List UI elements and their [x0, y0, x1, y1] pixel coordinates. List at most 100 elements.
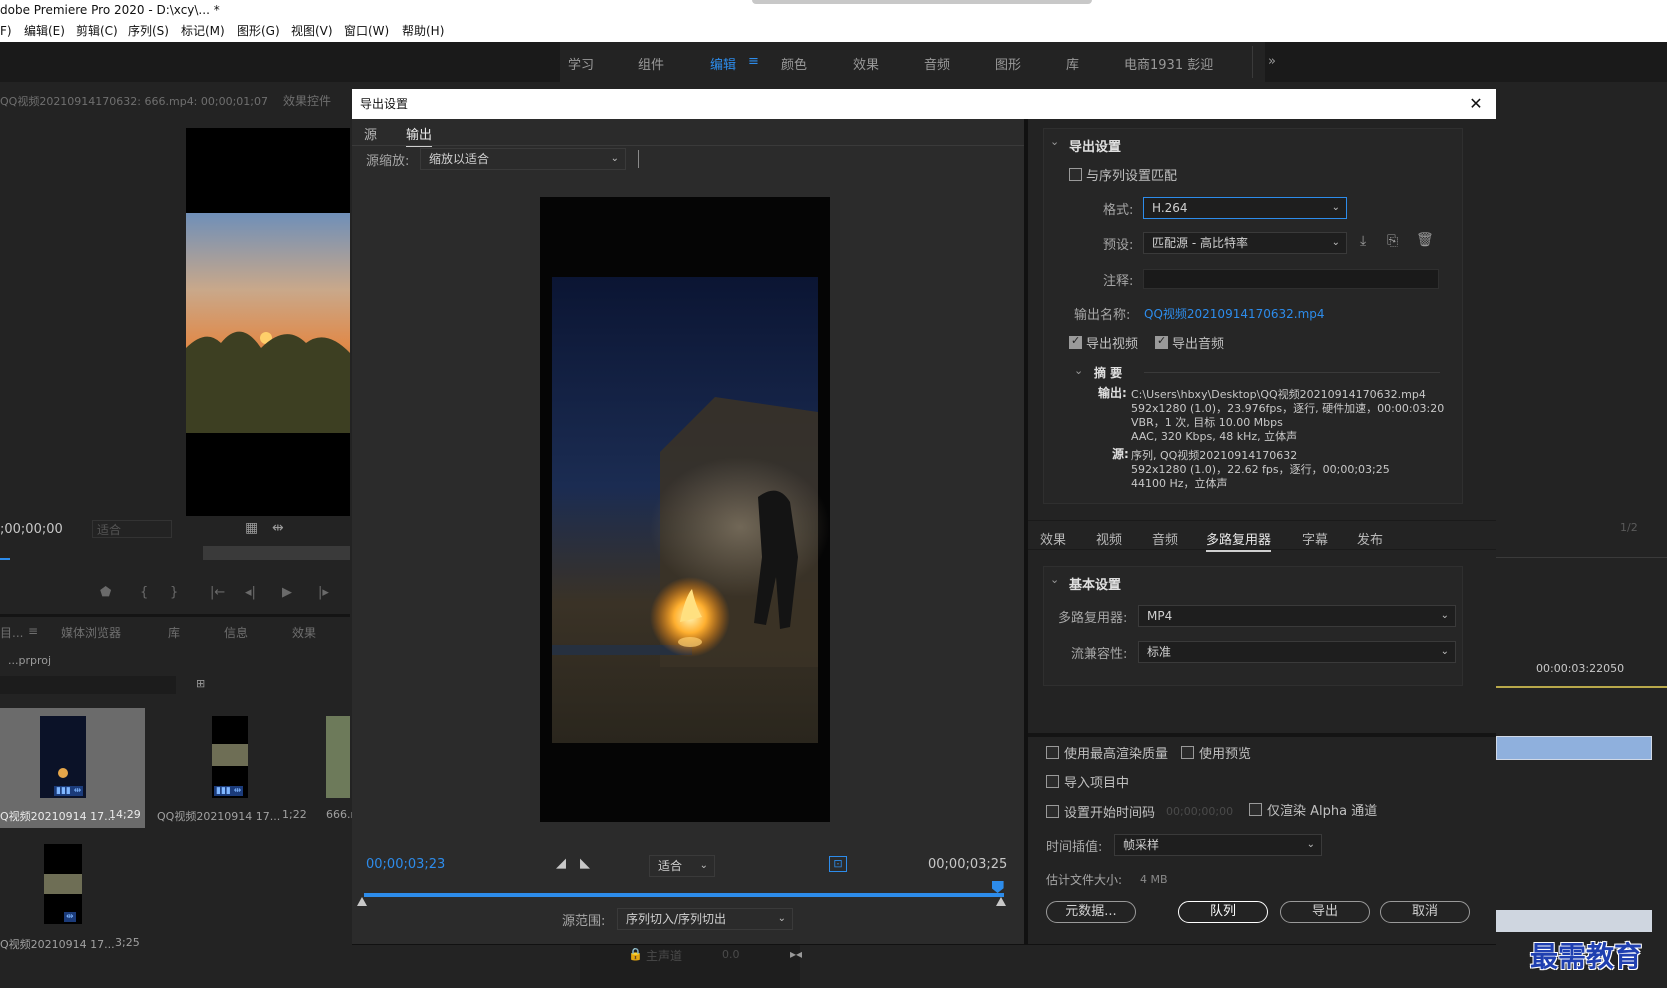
workspace-libraries[interactable]: 库	[1066, 54, 1079, 73]
tab-video[interactable]: 视频	[1096, 529, 1122, 548]
project-item[interactable]: ▮▮▮ ⇹ QQ视频20210914 17... 1;22	[150, 708, 310, 828]
workspace-assembly[interactable]: 组件	[638, 54, 664, 73]
go-to-in-icon[interactable]: |←	[210, 585, 225, 600]
export-settings-header: 导出设置	[1069, 140, 1122, 155]
max-render-quality-checkbox[interactable]	[1046, 746, 1059, 759]
step-back-icon[interactable]: ◂|	[245, 585, 256, 600]
menu-edit[interactable]: 编辑(E)	[24, 20, 65, 42]
tab-multiplexer[interactable]: 多路复用器	[1206, 529, 1272, 552]
project-tab-menu-icon[interactable]: ≡	[28, 624, 38, 638]
lock-icon[interactable]: 🔒	[628, 947, 643, 961]
export-audio-checkbox[interactable]	[1155, 334, 1168, 349]
export-button[interactable]: 导出	[1280, 901, 1370, 923]
workspace-learn[interactable]: 学习	[568, 54, 594, 73]
menu-graphics[interactable]: 图形(G)	[237, 20, 280, 42]
project-item-name: 666.r	[326, 808, 356, 821]
delete-preset-icon[interactable]: 🗑	[1416, 232, 1434, 248]
play-icon[interactable]: ▶	[282, 585, 292, 600]
stream-compatibility-dropdown[interactable]: 标准 ⌄	[1138, 641, 1456, 663]
out-point-handle[interactable]	[996, 897, 1006, 906]
menu-clip[interactable]: 剪辑(C)	[76, 20, 118, 42]
comment-input[interactable]	[1143, 269, 1439, 289]
tab-captions[interactable]: 字幕	[1302, 529, 1328, 548]
workspace-graphics[interactable]: 图形	[995, 54, 1021, 73]
set-start-timecode-checkbox[interactable]	[1046, 805, 1059, 818]
marker-icon[interactable]: ⬟	[100, 585, 111, 600]
import-into-project-checkbox[interactable]	[1046, 775, 1059, 788]
source-scaling-dropdown[interactable]: 缩放以适合 ⌄	[420, 148, 626, 170]
format-dropdown[interactable]: H.264 ⌄	[1143, 197, 1347, 219]
tab-audio[interactable]: 音频	[1152, 529, 1178, 548]
effects-tab[interactable]: 效果	[292, 624, 316, 641]
set-in-point-icon[interactable]: ◢	[556, 856, 566, 871]
project-search-input[interactable]	[0, 676, 176, 694]
preset-dropdown[interactable]: 匹配源 - 高比特率 ⌄	[1143, 232, 1347, 254]
chevron-down-icon[interactable]: ⌄	[1050, 573, 1059, 586]
queue-button[interactable]: 队列	[1178, 901, 1268, 923]
workspace-overflow-icon[interactable]: »	[1268, 54, 1276, 69]
search-bin-icon[interactable]: ⊞	[196, 677, 205, 690]
workspace-menu-icon[interactable]: ≡	[748, 54, 759, 69]
chevron-down-icon[interactable]: ⌄	[1074, 364, 1083, 377]
workspace-editing[interactable]: 编辑	[710, 54, 736, 73]
workspace-audio[interactable]: 音频	[924, 54, 950, 73]
time-interpolation-dropdown[interactable]: 帧采样 ⌄	[1114, 834, 1322, 856]
menu-file[interactable]: F)	[0, 20, 12, 42]
project-item[interactable]: 666.r	[316, 708, 355, 828]
cancel-button[interactable]: 取消	[1380, 901, 1470, 923]
current-timecode[interactable]: 00;00;03;23	[366, 857, 445, 872]
tab-output[interactable]: 输出	[406, 124, 433, 147]
workspace-color[interactable]: 颜色	[781, 54, 807, 73]
project-item[interactable]: ⇹ Q视频20210914 17... 3;25	[0, 834, 145, 954]
menu-help[interactable]: 帮助(H)	[402, 20, 444, 42]
project-item[interactable]: ▮▮▮ ⇹ Q视频20210914 17... 14;29	[0, 708, 145, 828]
mark-in-icon[interactable]: {	[140, 585, 148, 600]
in-point-handle[interactable]	[357, 897, 367, 906]
use-previews-checkbox[interactable]	[1181, 746, 1194, 759]
match-sequence-checkbox[interactable]	[1069, 168, 1082, 181]
libraries-tab[interactable]: 库	[168, 624, 180, 641]
metadata-button[interactable]: 元数据...	[1046, 901, 1136, 923]
effect-controls-tab[interactable]: 效果控件	[283, 92, 331, 109]
menu-window[interactable]: 窗口(W)	[344, 20, 389, 42]
menu-sequence[interactable]: 序列(S)	[128, 20, 169, 42]
workspace-custom[interactable]: 电商1931 彭迎	[1124, 54, 1213, 73]
multiplexer-dropdown[interactable]: MP4 ⌄	[1138, 605, 1456, 627]
workspace-effects[interactable]: 效果	[853, 54, 879, 73]
chevron-down-icon[interactable]: ⌄	[1050, 135, 1059, 148]
aspect-ratio-correction-icon[interactable]: ⊡	[829, 856, 847, 872]
tab-source[interactable]: 源	[364, 124, 377, 143]
export-video-checkbox[interactable]	[1069, 334, 1082, 349]
go-to-end-icon[interactable]: ▸◂	[790, 947, 802, 961]
settings-icon[interactable]: ▦	[245, 520, 258, 536]
source-ruler[interactable]	[0, 546, 350, 560]
menu-view[interactable]: 视图(V)	[291, 20, 333, 42]
tab-effects[interactable]: 效果	[1040, 529, 1066, 548]
set-out-point-icon[interactable]: ◣	[580, 856, 590, 871]
info-tab[interactable]: 信息	[224, 624, 248, 641]
timeline-audio-clip[interactable]	[1496, 910, 1652, 932]
source-monitor-tab[interactable]: QQ视频20210914170632: 666.mp4: 00;00;01;07	[0, 93, 268, 109]
output-name-link[interactable]: QQ视频20210914170632.mp4	[1144, 305, 1325, 322]
multiplexer-label: 多路复用器:	[1058, 611, 1128, 626]
preview-fit-dropdown[interactable]: 适合 ⌄	[649, 855, 715, 877]
window-notch	[752, 0, 1092, 4]
menu-marker[interactable]: 标记(M)	[181, 20, 225, 42]
source-fit-dropdown[interactable]: 适合	[92, 520, 172, 538]
mark-out-icon[interactable]: }	[170, 585, 178, 600]
project-tab[interactable]: 目...	[0, 624, 23, 641]
render-alpha-only-checkbox[interactable]	[1249, 803, 1262, 816]
program-ruler[interactable]	[1496, 548, 1667, 558]
preview-timeline-bar[interactable]	[364, 893, 1004, 897]
save-preset-icon[interactable]: ⤓	[1360, 233, 1366, 249]
close-icon[interactable]: ✕	[1466, 94, 1486, 114]
media-browser-tab[interactable]: 媒体浏览器	[61, 624, 121, 641]
tab-publish[interactable]: 发布	[1357, 529, 1383, 548]
start-timecode-value[interactable]: 00;00;00;00	[1166, 805, 1233, 818]
import-preset-icon[interactable]: ⎘	[1387, 233, 1398, 249]
step-forward-icon[interactable]: |▸	[318, 585, 329, 600]
tools-icon[interactable]: ⇹	[272, 520, 284, 536]
timeline-ruler[interactable]	[1496, 680, 1667, 688]
source-range-dropdown[interactable]: 序列切入/序列切出 ⌄	[617, 908, 793, 930]
timeline-clip[interactable]	[1496, 736, 1652, 760]
